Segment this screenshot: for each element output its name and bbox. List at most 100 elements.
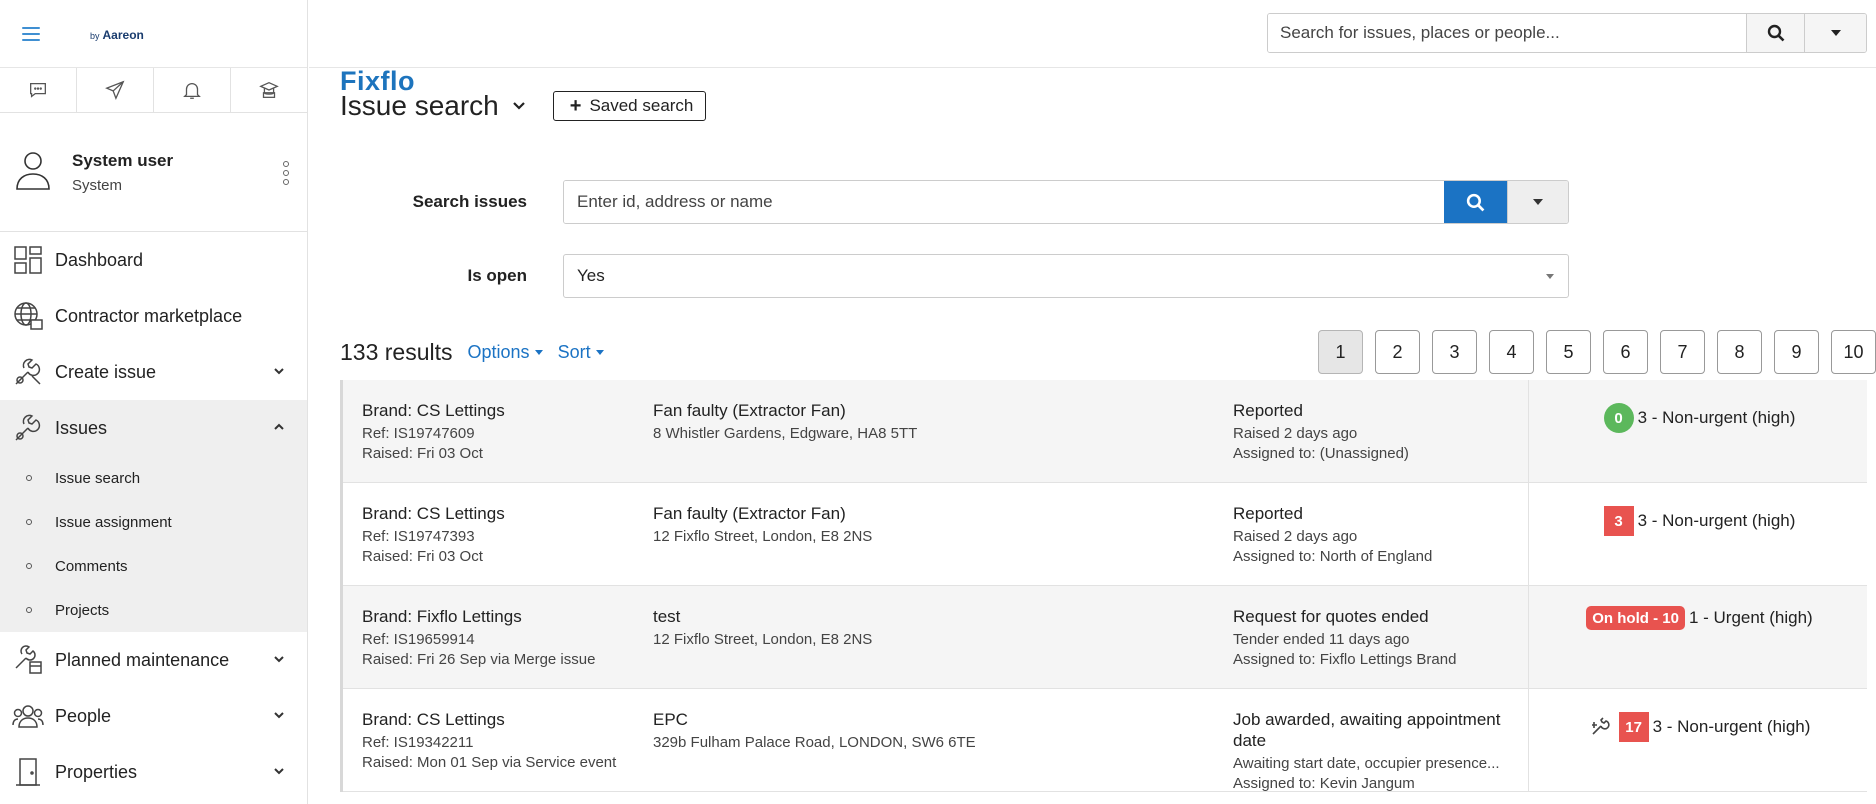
issue-priority-cell: On hold - 10 1 - Urgent (high) [1528,586,1870,688]
issue-status-text: Reported [1233,504,1303,523]
logo-subtext: by Aareon [90,29,144,41]
nav-properties[interactable]: Properties [0,744,307,800]
priority: 17 3 - Non-urgent (high) [1589,712,1811,742]
issue-title[interactable]: test [653,606,1213,627]
issue-brand: Brand: CS Lettings [362,504,505,523]
issue-assigned: Assigned to: Kevin Jangum [1233,775,1415,792]
door-icon [16,758,40,786]
fixflo-logo[interactable]: Fixflo by Aareon [76,27,415,95]
issue-status-text: Request for quotes ended [1233,607,1429,626]
is-open-row: Is open Yes [340,254,1569,298]
issue-assigned: Assigned to: Fixflo Lettings Brand [1233,651,1457,668]
sort-dropdown[interactable]: Sort [558,342,604,363]
issue-search-button[interactable] [1444,181,1507,223]
result-row[interactable]: Brand: CS Lettings Ref: IS19342211 Raise… [343,689,1867,792]
options-dropdown[interactable]: Options [468,342,543,363]
wrench-icon [15,414,41,441]
chevron-down-icon [274,368,284,375]
priority-label: 3 - Non-urgent (high) [1637,511,1796,530]
nav-label: Dashboard [55,249,144,270]
nav-contractor-marketplace[interactable]: Contractor marketplace [0,288,307,344]
status-badge: 17 [1618,712,1649,742]
page-button[interactable]: 5 [1546,330,1591,374]
search-icon [1466,193,1485,211]
is-open-select[interactable]: Yes [563,254,1569,298]
issue-status: Request for quotes ended Tender ended 11… [1233,606,1518,670]
issue-brand: Brand: CS Lettings [362,401,505,420]
issue-ref: Ref: IS19747609 [362,425,475,442]
results-list: Brand: CS Lettings Ref: IS19747609 Raise… [340,380,1867,792]
issue-priority-cell: 17 3 - Non-urgent (high) [1528,689,1870,791]
issue-address: 12 Fixflo Street, London, E8 2NS [653,528,873,545]
nav-label: People [55,705,112,726]
send-tab[interactable] [77,68,154,112]
nav-planned-maintenance[interactable]: Planned maintenance [0,632,307,688]
sidebar-item-issue-assignment[interactable]: Issue assignment [0,500,307,544]
priority-label: 3 - Non-urgent (high) [1652,717,1811,736]
logo-by: by [90,30,100,41]
page-button[interactable]: 4 [1489,330,1534,374]
nav-dashboard[interactable]: Dashboard [0,232,307,288]
result-row[interactable]: Brand: CS Lettings Ref: IS19747393 Raise… [343,483,1867,586]
issue-raised: Raised: Fri 03 Oct [362,548,483,565]
sidebar-item-comments[interactable]: Comments [0,544,307,588]
issue-ref: Ref: IS19342211 [362,734,474,751]
issue-title[interactable]: Fan faulty (Extractor Fan) [653,400,1213,421]
sidebar-icon-tabs [0,68,307,113]
issue-search-input[interactable] [564,181,1444,223]
result-row[interactable]: Brand: CS Lettings Ref: IS19747609 Raise… [343,380,1867,483]
page-button[interactable]: 1 [1318,330,1363,374]
page-button[interactable]: 9 [1774,330,1819,374]
learning-tab[interactable] [231,68,307,112]
issue-search-dropdown[interactable] [1507,181,1568,223]
nav-create-issue[interactable]: Create issue [0,344,307,400]
issue-details: Fan faulty (Extractor Fan) 12 Fixflo Str… [653,503,1213,547]
result-row[interactable]: Brand: Fixflo Lettings Ref: IS19659914 R… [343,586,1867,689]
page-button[interactable]: 7 [1660,330,1705,374]
bullet-icon [26,563,32,569]
page-button[interactable]: 2 [1375,330,1420,374]
graduation-icon [259,81,279,98]
chevron-down-icon [274,656,284,663]
issue-raised: Raised: Mon 01 Sep via Service event [362,754,617,771]
caret-down-icon [1546,274,1554,279]
options-label: Options [467,341,530,362]
page-button[interactable]: 3 [1432,330,1477,374]
notifications-tab[interactable] [154,68,231,112]
page-button[interactable]: 10 [1831,330,1876,374]
issue-title[interactable]: EPC [653,709,1213,730]
page-button[interactable]: 6 [1603,330,1648,374]
page-button[interactable]: 8 [1717,330,1762,374]
issue-details: EPC 329b Fulham Palace Road, LONDON, SW6… [653,709,1213,753]
sidebar-item-projects[interactable]: Projects [0,588,307,632]
priority-label: 1 - Urgent (high) [1688,608,1813,627]
priority: 0 3 - Non-urgent (high) [1603,403,1795,433]
saved-search-button[interactable]: + Saved search [552,91,707,121]
results-count: 133 results [340,338,453,365]
nav-people[interactable]: People [0,688,307,744]
bullet-icon [26,607,32,613]
global-search-button[interactable] [1746,14,1804,52]
chevron-down-icon[interactable] [511,98,527,114]
page-title[interactable]: Issue search [340,90,499,122]
chevron-up-icon [274,423,284,430]
global-search-dropdown[interactable] [1804,14,1866,52]
issue-meta: Brand: CS Lettings Ref: IS19747393 Raise… [362,503,642,567]
submenu-label: Projects [55,601,110,619]
hamburger-menu-icon[interactable] [22,26,40,41]
nav-label: Properties [55,761,138,782]
issue-title[interactable]: Fan faulty (Extractor Fan) [653,503,1213,524]
chat-tab[interactable] [0,68,77,112]
sidebar-item-issue-search[interactable]: Issue search [0,456,307,500]
user-menu-icon[interactable] [283,161,289,185]
issue-address: 329b Fulham Palace Road, LONDON, SW6 6TE [653,734,976,751]
nav-issues[interactable]: Issues [0,400,307,456]
issue-meta: Brand: Fixflo Lettings Ref: IS19659914 R… [362,606,642,670]
global-search [1267,13,1867,53]
user-name: System user [72,150,174,170]
global-search-input[interactable] [1268,14,1746,52]
chat-icon [30,82,46,98]
submenu-label: Issue search [55,469,141,487]
status-badge: 0 [1603,403,1634,433]
wrench-icon [15,358,41,385]
